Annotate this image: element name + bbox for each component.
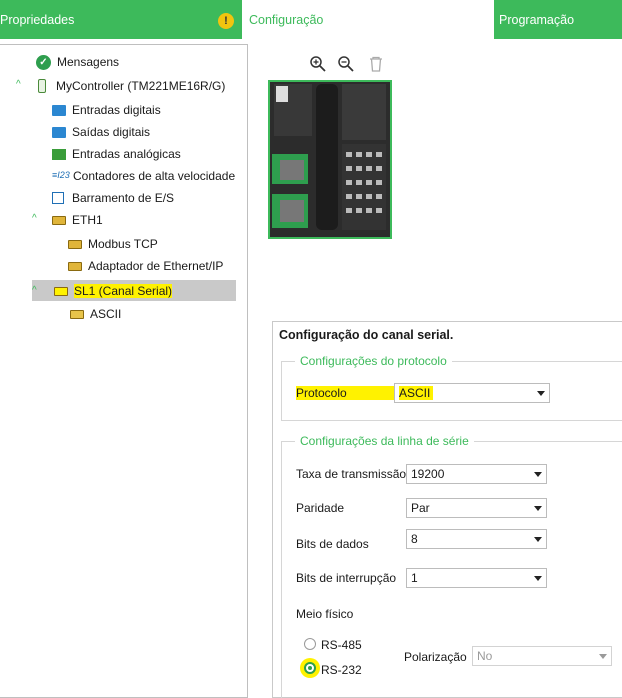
polarization-label: Polarização [404,650,467,664]
data-bits-label: Bits de dados [296,537,369,551]
serial-port-icon [70,309,84,319]
tab-programming[interactable]: Programação [494,0,622,39]
analog-input-icon [52,148,66,160]
zoom-out-icon[interactable] [337,55,355,73]
stop-bits-value: 1 [411,571,418,585]
baud-rate-select[interactable]: 19200 [406,464,547,484]
tree-item-controller[interactable]: MyController (TM221ME16R/G) [38,76,225,96]
chevron-down-icon [534,506,542,511]
chevron-collapse-icon[interactable]: ^ [32,214,42,224]
tree-item-digital-outputs[interactable]: Saídas digitais [52,122,150,142]
stop-bits-select[interactable]: 1 [406,568,547,588]
serial-line-group-label: Configurações da linha de série [295,434,474,448]
tab-configuration[interactable]: Configuração [242,0,494,39]
io-bus-icon [52,192,64,204]
rs232-label[interactable]: RS-232 [321,663,362,677]
tree-label: Mensagens [57,55,120,69]
protocol-select[interactable]: ASCII [394,383,550,403]
chevron-down-icon [534,472,542,477]
tree-item-eth1[interactable]: ETH1 [52,210,103,230]
tree-item-hs-counters[interactable]: ≡I23 Contadores de alta velocidade [52,166,235,186]
counter-icon: ≡I23 [52,170,70,180]
trash-icon[interactable] [367,55,385,73]
stop-bits-label: Bits de interrupção [296,571,397,585]
tree-item-digital-inputs[interactable]: Entradas digitais [52,100,161,120]
tree-label: Entradas analógicas [72,147,181,161]
plc-icon [38,79,46,93]
parity-label: Paridade [296,501,345,515]
device-tree-panel [0,44,248,698]
rs485-label[interactable]: RS-485 [321,638,362,652]
physical-medium-label: Meio físico [296,607,354,621]
data-bits-select[interactable]: 8 [406,529,547,549]
polarization-select[interactable]: No [472,646,612,666]
zoom-in-icon[interactable] [309,55,327,73]
config-title: Configuração do canal serial. [279,328,454,342]
tree-label: Contadores de alta velocidade [73,169,236,183]
controller-device-image[interactable] [268,80,392,239]
chevron-down-icon [537,391,545,396]
tab-configuration-label: Configuração [249,12,324,27]
tree-item-analog-inputs[interactable]: Entradas analógicas [52,144,181,164]
chevron-down-icon [534,576,542,581]
tab-properties-label: Propriedades [0,12,75,27]
parity-value: Par [411,501,430,515]
tree-label: ETH1 [72,213,103,227]
tree-label: Saídas digitais [72,125,151,139]
protocol-value: ASCII [399,386,434,400]
tree-item-modbus-tcp[interactable]: Modbus TCP [68,234,158,254]
tree-item-io-bus[interactable]: Barramento de E/S [52,188,174,208]
ethernet-icon [52,215,66,225]
digital-input-icon [52,104,66,116]
protocol-group-label: Configurações do protocolo [295,354,452,368]
serial-port-icon [54,286,68,296]
chevron-down-icon [534,537,542,542]
parity-select[interactable]: Par [406,498,547,518]
digital-output-icon [52,126,66,138]
tree-label: SL1 (Canal Serial) [74,284,173,298]
tree-label: Barramento de E/S [72,191,175,205]
tab-properties[interactable]: Propriedades [0,0,242,39]
tree-label: ASCII [90,307,122,321]
chevron-collapse-icon[interactable]: ^ [16,80,26,90]
protocol-label: Protocolo [296,386,394,400]
rs485-radio[interactable] [304,638,316,650]
baud-rate-value: 19200 [411,467,445,481]
baud-rate-label: Taxa de transmissão [296,467,407,481]
tree-item-messages[interactable]: ✓ Mensagens [36,52,119,72]
tree-label: Adaptador de Ethernet/IP [88,259,224,273]
tree-label: Entradas digitais [72,103,161,117]
chevron-down-icon [599,654,607,659]
tree-item-sl1[interactable]: SL1 (Canal Serial) [54,281,173,301]
tree-label: Modbus TCP [88,237,158,251]
chevron-collapse-icon[interactable]: ^ [32,286,42,296]
tab-programming-label: Programação [499,12,575,27]
check-icon: ✓ [36,54,51,70]
ethernet-icon [68,239,82,249]
rs232-radio[interactable] [304,662,316,674]
tree-item-ethernet-ip[interactable]: Adaptador de Ethernet/IP [68,256,223,276]
data-bits-value: 8 [411,532,418,546]
plc-illustration [270,82,390,237]
polarization-value: No [477,649,493,663]
tree-label: MyController (TM221ME16R/G) [56,79,226,93]
ethernet-icon [68,261,82,271]
warning-icon[interactable]: ! [218,13,234,29]
tree-item-ascii[interactable]: ASCII [70,304,121,324]
